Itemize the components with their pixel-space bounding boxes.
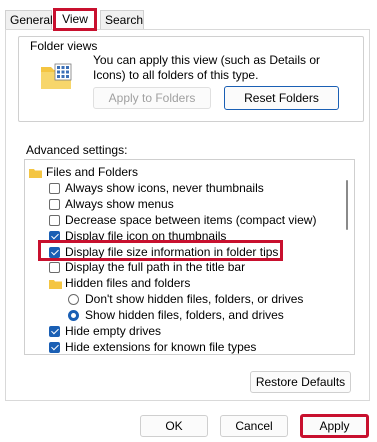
list-item-label: Show hidden files, folders, and drives [85, 308, 284, 322]
list-item-label: Hidden files and folders [65, 276, 191, 290]
apply-to-folders-button[interactable]: Apply to Folders [93, 87, 211, 109]
advanced-settings-label: Advanced settings: [26, 143, 128, 157]
list-item-label: Hide extensions for known file types [65, 340, 257, 354]
radio-button[interactable] [68, 294, 79, 305]
folder-icon [29, 169, 42, 178]
tab-view[interactable]: View [53, 8, 97, 31]
checkbox[interactable] [49, 262, 60, 273]
tab-general[interactable]: General [5, 10, 53, 30]
ok-button[interactable]: OK [140, 415, 208, 437]
list-item-label: Decrease space between items (compact vi… [65, 213, 317, 227]
folder-views-icon [41, 63, 72, 89]
checkbox-checked[interactable] [49, 342, 60, 353]
checkbox-checked[interactable] [49, 326, 60, 337]
checkbox[interactable] [49, 215, 60, 226]
checkbox[interactable] [49, 199, 60, 210]
restore-defaults-button[interactable]: Restore Defaults [250, 371, 351, 393]
cancel-button[interactable]: Cancel [220, 415, 288, 437]
highlight-box [38, 240, 283, 261]
list-item-label: Files and Folders [46, 165, 139, 179]
tab-search[interactable]: Search [100, 10, 144, 30]
reset-folders-button[interactable]: Reset Folders [224, 86, 339, 110]
list-item-label: Display the full path in the title bar [65, 260, 246, 274]
list-item-label: Hide empty drives [65, 324, 162, 338]
list-item-label: Always show menus [65, 197, 174, 211]
folder-icon [49, 280, 62, 289]
folder-views-description: You can apply this view (such as Details… [93, 53, 321, 82]
radio-button-selected[interactable] [68, 310, 79, 321]
vertical-scrollbar[interactable] [346, 180, 348, 230]
list-item-label: Always show icons, never thumbnails [65, 181, 264, 195]
apply-button[interactable]: Apply [300, 414, 369, 438]
folder-views-title: Folder views [28, 39, 100, 53]
checkbox[interactable] [49, 183, 60, 194]
list-item-label: Don't show hidden files, folders, or dri… [85, 292, 304, 306]
